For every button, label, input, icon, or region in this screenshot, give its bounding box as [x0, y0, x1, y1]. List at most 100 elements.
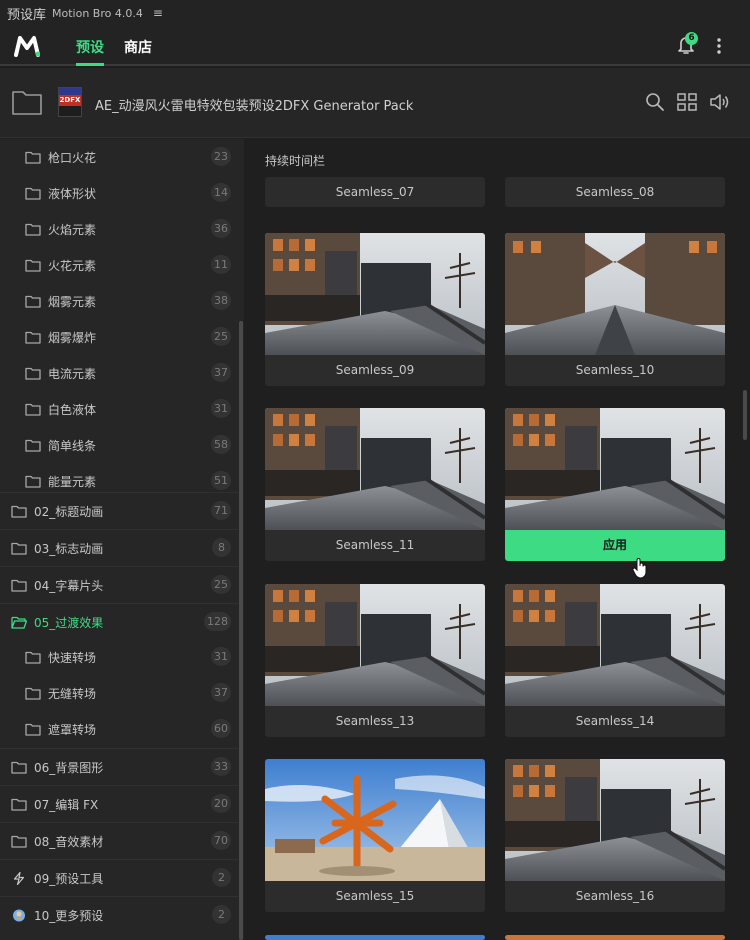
preset-card-label: Seamless_10 — [575, 363, 655, 377]
sidebar-item[interactable]: 白色液体 31 — [0, 391, 238, 427]
search-icon[interactable] — [644, 92, 666, 112]
motion-bro-logo[interactable] — [14, 35, 40, 57]
folder-icon — [11, 579, 27, 592]
preset-thumbnail[interactable] — [505, 233, 725, 355]
sidebar-item[interactable]: 无缝转场 37 — [0, 675, 238, 711]
preset-card[interactable]: Seamless_08 — [505, 177, 725, 207]
sidebar-item[interactable]: 08_音效素材 70 — [0, 822, 238, 859]
preset-grid: 持续时间栏 Seamless_07 Seamless_08 Seamless_09 S… — [244, 139, 750, 940]
folder-icon — [11, 505, 27, 518]
folder-icon — [25, 367, 41, 380]
sidebar-item-label: 08_音效素材 — [34, 834, 104, 849]
content-scrollbar-thumb[interactable] — [743, 390, 747, 440]
preset-card[interactable]: Seamless_13 — [265, 584, 485, 737]
sidebar-item-label: 能量元素 — [48, 474, 97, 489]
folder-icon — [25, 403, 41, 416]
sidebar-item[interactable]: 枪口火花 23 — [0, 139, 238, 175]
sidebar-item-label: 烟雾元素 — [48, 294, 97, 309]
tab-store[interactable]: 商店 — [124, 37, 152, 57]
folder-icon — [11, 835, 27, 848]
sidebar-item-count: 38 — [211, 291, 231, 310]
sidebar-item-count: 2 — [212, 868, 231, 887]
preset-card[interactable]: Seamless_14 — [505, 584, 725, 737]
folder-icon — [25, 475, 41, 488]
preset-card-label: Seamless_07 — [335, 185, 415, 199]
panel-menu-icon[interactable]: ≡ — [153, 6, 163, 20]
preset-thumbnail[interactable] — [505, 408, 725, 530]
sidebar-item[interactable]: 03_标志动画 8 — [0, 529, 238, 566]
bolt-icon — [13, 871, 25, 885]
apply-button[interactable]: 应用 — [505, 530, 725, 561]
preset-thumbnail[interactable] — [505, 759, 725, 881]
sidebar-item-count: 11 — [211, 255, 231, 274]
folder-icon — [25, 723, 41, 736]
preset-thumbnail[interactable] — [265, 759, 485, 881]
more-menu-icon[interactable] — [711, 34, 727, 58]
sidebar-item[interactable]: 07_编辑 FX 20 — [0, 785, 238, 822]
avatar-icon — [13, 909, 25, 921]
sidebar-item-count: 36 — [211, 219, 231, 238]
preset-card-label: Seamless_15 — [335, 889, 415, 903]
sidebar-item[interactable]: 04_字幕片头 25 — [0, 566, 238, 603]
preset-card[interactable]: Seamless_07 — [265, 177, 485, 207]
sidebar-item-count: 8 — [212, 538, 231, 557]
section-title: 持续时间栏 — [265, 154, 326, 168]
sidebar-item-count: 128 — [204, 612, 231, 631]
sidebar-item-count: 37 — [211, 363, 231, 382]
sidebar-item[interactable]: 烟雾爆炸 25 — [0, 319, 238, 355]
preset-card[interactable]: 应用 — [505, 408, 725, 561]
grid-view-icon[interactable] — [676, 92, 698, 112]
preset-card-label: Seamless_11 — [335, 538, 415, 552]
sidebar-item-label: 03_标志动画 — [34, 541, 104, 556]
preset-card[interactable]: Seamless_11 — [265, 408, 485, 561]
sidebar-item-count: 23 — [211, 147, 231, 166]
preset-thumbnail[interactable] — [505, 584, 725, 706]
preset-thumbnail[interactable] — [265, 584, 485, 706]
preset-card-partial[interactable] — [265, 935, 485, 940]
sidebar-item-count: 58 — [211, 435, 231, 454]
sidebar-item-label: 简单线条 — [48, 438, 97, 453]
sidebar-item-label: 火焰元素 — [48, 222, 97, 237]
volume-icon[interactable] — [709, 92, 731, 112]
sidebar-item[interactable]: 02_标题动画 71 — [0, 492, 238, 529]
sidebar-item[interactable]: 烟雾元素 38 — [0, 283, 238, 319]
window-titlebar: 预设库 Motion Bro 4.0.4 ≡ — [0, 0, 750, 26]
sidebar-item[interactable]: 火焰元素 36 — [0, 211, 238, 247]
tab-presets[interactable]: 预设 — [76, 37, 104, 57]
sidebar-item[interactable]: 火花元素 11 — [0, 247, 238, 283]
sidebar-item[interactable]: 05_过渡效果 128 — [0, 603, 238, 640]
pack-thumbnail[interactable]: 2DFX — [58, 87, 82, 117]
preset-card[interactable]: Seamless_10 — [505, 233, 725, 386]
preset-thumbnail[interactable] — [265, 408, 485, 530]
sidebar-item-label: 遮罩转场 — [48, 722, 97, 737]
preset-card-partial[interactable] — [505, 935, 725, 940]
folder-icon — [25, 651, 41, 664]
sidebar-item[interactable]: 快速转场 31 — [0, 639, 238, 675]
sidebar-item-label: 09_预设工具 — [34, 871, 104, 886]
sidebar-scrollbar-thumb[interactable] — [239, 321, 243, 940]
active-tab-indicator — [76, 63, 104, 66]
sidebar-item-label: 10_更多预设 — [34, 908, 104, 923]
preset-thumbnail[interactable] — [265, 233, 485, 355]
sidebar-item-label: 02_标题动画 — [34, 504, 104, 519]
sidebar-item[interactable]: 10_更多预设 2 — [0, 896, 238, 933]
sidebar-item-label: 04_字幕片头 — [34, 578, 104, 593]
preset-card[interactable]: Seamless_09 — [265, 233, 485, 386]
sidebar-item[interactable]: 遮罩转场 60 — [0, 711, 238, 747]
folder-icon — [25, 439, 41, 452]
sidebar-item-label: 火花元素 — [48, 258, 97, 273]
sidebar-item[interactable]: 电流元素 37 — [0, 355, 238, 391]
sidebar-item-count: 14 — [211, 183, 231, 202]
preset-card-label: Seamless_16 — [575, 889, 655, 903]
sidebar-item[interactable]: 09_预设工具 2 — [0, 859, 238, 896]
folder-icon[interactable] — [11, 88, 43, 116]
preset-card[interactable]: Seamless_15 — [265, 759, 485, 912]
sidebar-item[interactable]: 液体形状 14 — [0, 175, 238, 211]
sidebar-item-label: 烟雾爆炸 — [48, 330, 97, 345]
sidebar-item-count: 25 — [211, 327, 231, 346]
sidebar-item[interactable]: 06_背景图形 33 — [0, 748, 238, 785]
sidebar-item[interactable]: 简单线条 58 — [0, 427, 238, 463]
preset-card[interactable]: Seamless_16 — [505, 759, 725, 912]
app-title: 预设库 — [7, 7, 47, 23]
folder-icon — [11, 798, 27, 811]
